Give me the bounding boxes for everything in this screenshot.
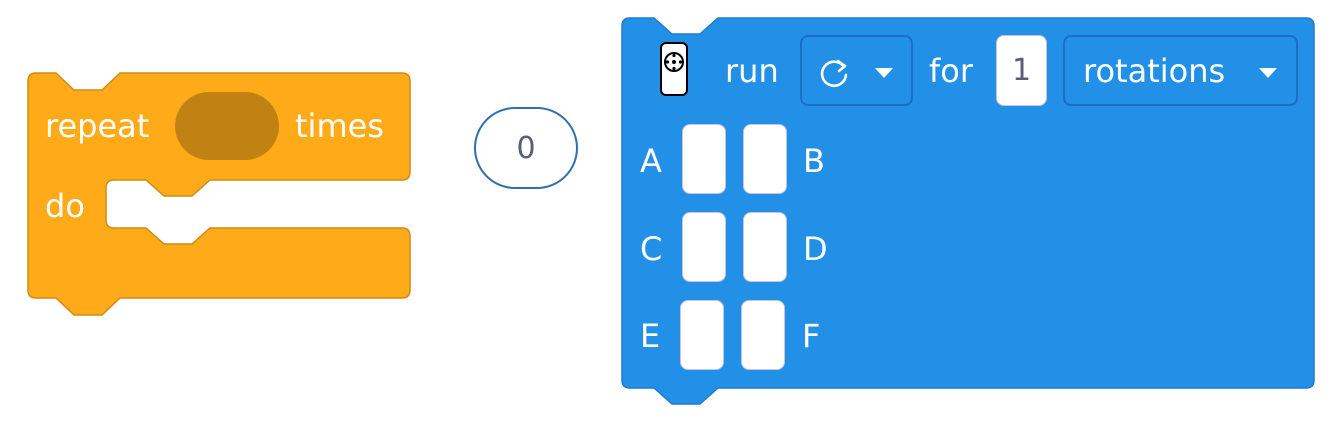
port-f-toggle[interactable] xyxy=(741,300,785,370)
port-d-toggle[interactable] xyxy=(743,212,787,282)
direction-dropdown[interactable] xyxy=(800,35,913,106)
port-c-toggle[interactable] xyxy=(682,212,726,282)
port-e-toggle[interactable] xyxy=(680,300,724,370)
clockwise-arrow-icon xyxy=(820,59,848,88)
hub-icon xyxy=(660,42,688,96)
port-label-b: B xyxy=(803,142,825,180)
run-label: run xyxy=(725,52,779,90)
rotation-count-value: 1 xyxy=(1011,53,1032,88)
port-a-toggle[interactable] xyxy=(682,124,726,194)
chevron-down-icon xyxy=(1259,68,1277,78)
rotation-count-field[interactable]: 1 xyxy=(996,35,1047,106)
port-label-f: F xyxy=(802,317,821,355)
unit-dropdown[interactable]: rotations xyxy=(1063,35,1298,106)
chevron-down-icon xyxy=(875,68,893,78)
for-label: for xyxy=(929,52,973,90)
unit-label: rotations xyxy=(1083,52,1226,90)
port-label-d: D xyxy=(803,230,828,268)
port-b-toggle[interactable] xyxy=(743,124,787,194)
hub-icon-glyph xyxy=(664,52,684,72)
port-label-e: E xyxy=(640,317,661,355)
port-label-a: A xyxy=(640,142,662,180)
port-label-c: C xyxy=(640,230,663,268)
